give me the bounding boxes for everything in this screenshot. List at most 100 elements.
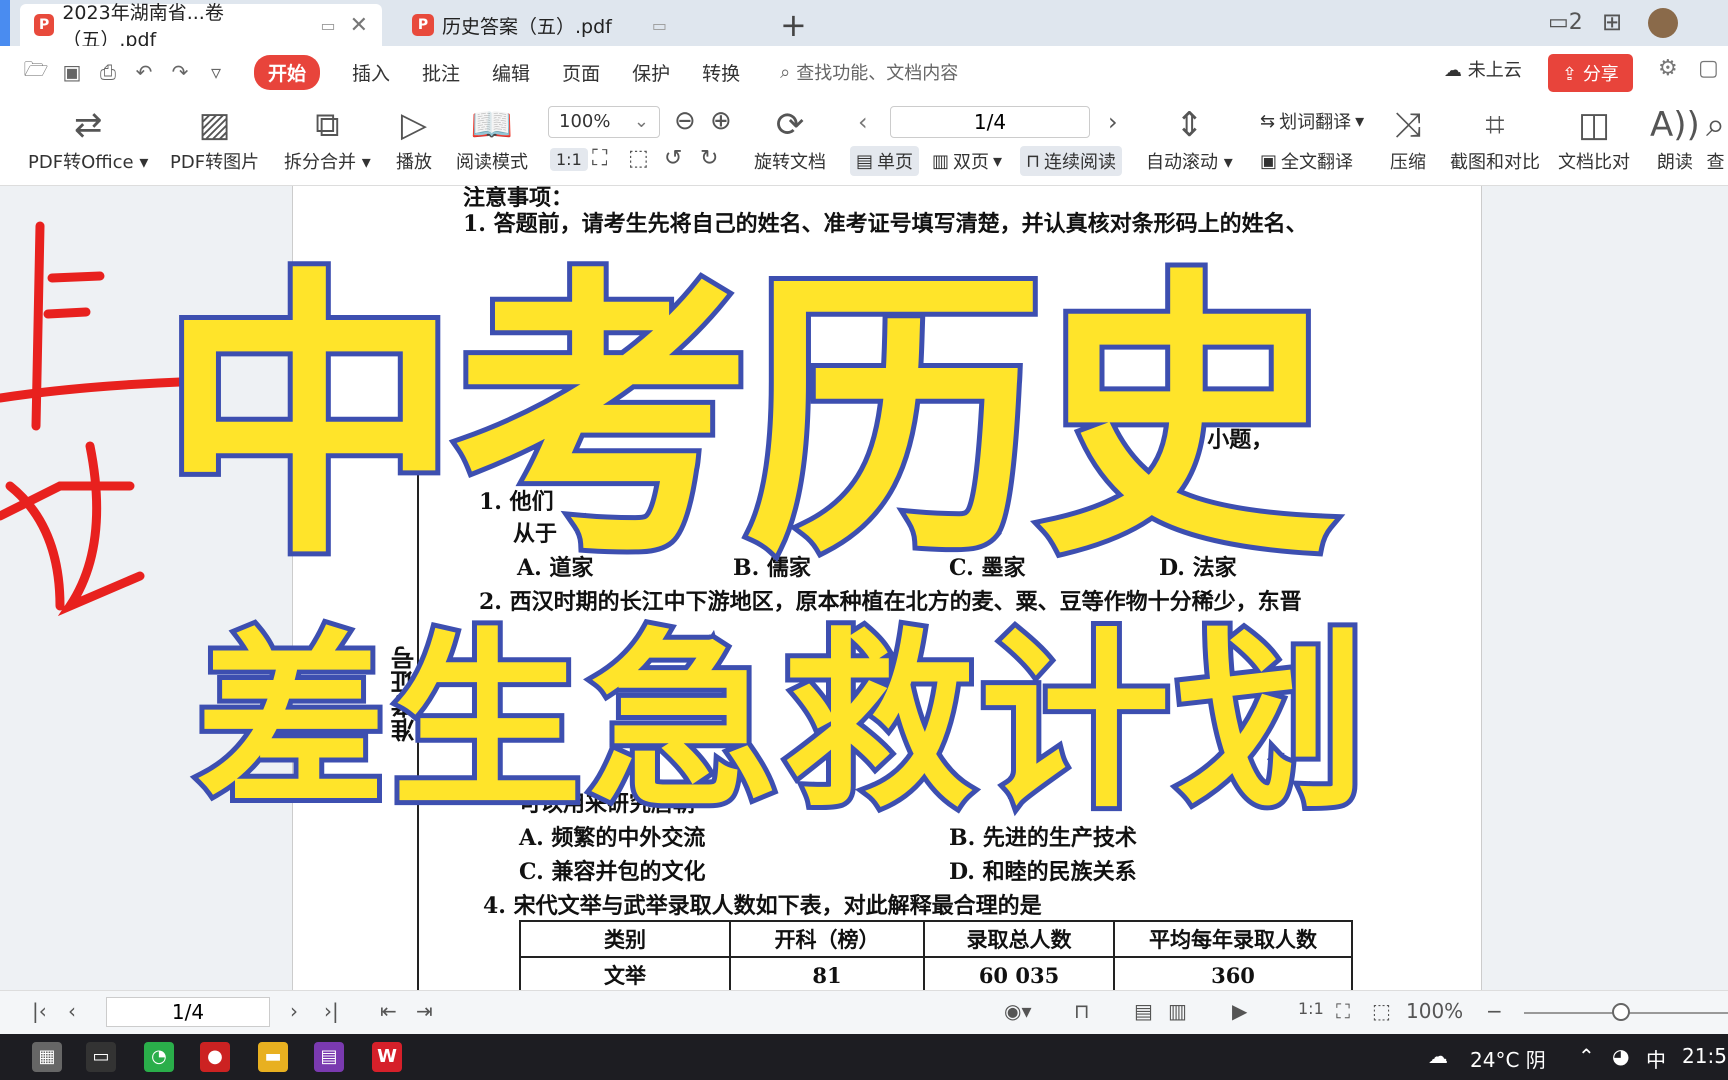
- qq-icon[interactable]: ◕: [1612, 1044, 1629, 1068]
- double-page-icon: ▥: [932, 150, 950, 172]
- doc-compare-button[interactable]: ◫ 文档比对: [1558, 102, 1630, 174]
- actual-size-icon[interactable]: 1:1: [1298, 999, 1324, 1018]
- compare-icon: ◫: [1577, 105, 1611, 145]
- close-icon[interactable]: ✕: [350, 13, 368, 38]
- continuous-label: 连续阅读: [1044, 152, 1117, 173]
- first-page-icon[interactable]: |‹: [32, 999, 47, 1023]
- last-page-icon[interactable]: ›|: [324, 999, 339, 1023]
- pdf-to-image-button[interactable]: ▨ PDF转图片: [170, 102, 259, 174]
- single-page-label: 单页: [877, 152, 914, 173]
- redo-icon[interactable]: ↷: [162, 60, 198, 84]
- menu-convert[interactable]: 转换: [702, 59, 740, 86]
- layout-icon[interactable]: ▭2: [1548, 10, 1583, 35]
- fit-page-icon[interactable]: ⛶: [1336, 999, 1350, 1023]
- tab-document-1[interactable]: P 2023年湖南省...卷（五）.pdf ▭ ✕: [20, 2, 382, 51]
- tab-document-2[interactable]: P 历史答案（五）.pdf ▭: [398, 4, 738, 46]
- zoom-out-icon[interactable]: ⊖: [674, 106, 696, 136]
- read-mode-button[interactable]: 📖 阅读模式: [456, 102, 528, 174]
- window-icon[interactable]: ▭: [652, 16, 667, 35]
- undo-icon[interactable]: ↶: [126, 60, 162, 84]
- gear-icon[interactable]: ⚙: [1658, 56, 1678, 81]
- compress-button[interactable]: ⤨ 压缩: [1390, 102, 1426, 174]
- speaker-icon: A)): [1650, 105, 1700, 145]
- double-page-button[interactable]: ▥ 双页 ▾: [932, 148, 1002, 174]
- rotate-icon: ⟳: [775, 105, 805, 145]
- rotate-left-icon[interactable]: ↺: [664, 146, 682, 171]
- prev-page-icon[interactable]: ‹: [68, 999, 76, 1023]
- back-icon[interactable]: ⇤: [380, 999, 397, 1023]
- clock[interactable]: 21:52: [1682, 1044, 1728, 1068]
- play-icon[interactable]: ▶: [1232, 999, 1247, 1023]
- next-page-icon[interactable]: ›: [1108, 108, 1118, 136]
- split-icon: ⧉: [315, 105, 340, 145]
- zoom-out-icon[interactable]: −: [1486, 999, 1503, 1023]
- auto-scroll-button[interactable]: ⇕ 自动滚动 ▾: [1146, 102, 1233, 174]
- single-page-icon[interactable]: ▤: [1134, 999, 1153, 1023]
- continuous-icon[interactable]: ⊓: [1074, 999, 1090, 1023]
- zoom-select[interactable]: 100% ⌄: [548, 106, 660, 138]
- menu-page[interactable]: 页面: [562, 59, 600, 86]
- fit-width-icon[interactable]: ⬚: [1372, 999, 1391, 1023]
- weather-text[interactable]: 24°C 阴: [1470, 1044, 1546, 1073]
- wechat-icon[interactable]: ◔: [144, 1042, 174, 1072]
- ime-indicator[interactable]: 中: [1646, 1044, 1666, 1073]
- next-page-icon[interactable]: ›: [290, 999, 298, 1023]
- avatar[interactable]: [1648, 8, 1678, 38]
- menu-home[interactable]: 开始: [254, 54, 321, 90]
- message-icon[interactable]: ▢: [1698, 56, 1719, 81]
- tab-label: 2023年湖南省...卷（五）.pdf: [62, 2, 224, 51]
- compress-icon: ⤨: [1394, 105, 1422, 145]
- taskbar-app-icon[interactable]: ▦: [32, 1042, 62, 1072]
- lookup-button[interactable]: ⌕ 查: [1706, 102, 1725, 174]
- table-cell: 60 035: [923, 956, 1115, 990]
- cloud-status[interactable]: ☁ 未上云: [1444, 56, 1522, 82]
- pdf-to-image-label: PDF转图片: [170, 152, 260, 173]
- wps-icon[interactable]: W: [372, 1042, 402, 1072]
- grid-icon[interactable]: ⊞: [1602, 8, 1622, 36]
- share-button[interactable]: ⇪ 分享: [1548, 54, 1633, 92]
- actual-size-icon[interactable]: 1:1: [550, 148, 588, 171]
- rotate-document-button[interactable]: ⟳ 旋转文档: [754, 102, 826, 174]
- open-folder-icon[interactable]: 🗁: [18, 55, 54, 89]
- eye-icon[interactable]: ◉▾: [1004, 999, 1032, 1023]
- window-icon[interactable]: ▭: [320, 16, 335, 35]
- windows-taskbar: ▦ ▭ ◔ ● ▬ ▤ W ☁ 24°C 阴 ⌃ ◕ 中 21:52: [0, 1034, 1728, 1080]
- zoom-slider-handle[interactable]: [1612, 1003, 1630, 1021]
- menu-insert[interactable]: 插入: [352, 59, 390, 86]
- menu-annotate[interactable]: 批注: [422, 59, 460, 86]
- pdf-to-office-button[interactable]: ⇄ PDF转Office ▾: [28, 102, 148, 174]
- status-page-input[interactable]: 1/4: [106, 997, 270, 1027]
- more-icon[interactable]: ▿: [198, 60, 234, 84]
- full-translate-button[interactable]: ▣ 全文翻译: [1260, 148, 1353, 174]
- table-header: 类别: [519, 920, 731, 958]
- single-page-button[interactable]: ▤ 单页: [850, 146, 920, 176]
- split-merge-button[interactable]: ⧉ 拆分合并 ▾: [284, 102, 371, 174]
- status-zoom[interactable]: 100%: [1406, 999, 1463, 1023]
- read-aloud-button[interactable]: A)) 朗读: [1650, 102, 1700, 174]
- table-row: 文举 81 60 035 360: [519, 956, 1353, 990]
- recorder-icon[interactable]: ●: [200, 1042, 230, 1072]
- terminal-icon[interactable]: ▭: [86, 1042, 116, 1072]
- zoom-in-icon[interactable]: ⊕: [710, 106, 732, 136]
- new-tab-button[interactable]: +: [780, 6, 807, 44]
- play-button[interactable]: ▷ 播放: [396, 102, 432, 174]
- fit-page-icon[interactable]: ⛶: [592, 146, 607, 171]
- archive-icon[interactable]: ▤: [314, 1042, 344, 1072]
- print-icon[interactable]: ⎙: [90, 60, 126, 84]
- folder-icon[interactable]: ▬: [258, 1042, 288, 1072]
- forward-icon[interactable]: ⇥: [416, 999, 433, 1023]
- word-translate-button[interactable]: ⇆ 划词翻译 ▾: [1260, 108, 1364, 134]
- menu-edit[interactable]: 编辑: [492, 59, 530, 86]
- fit-width-icon[interactable]: ⬚: [628, 146, 649, 171]
- menu-protect[interactable]: 保护: [632, 59, 670, 86]
- prev-page-icon[interactable]: ‹: [858, 108, 868, 136]
- search-input[interactable]: ⌕ 查找功能、文档内容: [780, 59, 958, 85]
- chevron-up-icon[interactable]: ⌃: [1578, 1044, 1595, 1068]
- screenshot-compare-button[interactable]: ⌗ 截图和对比: [1450, 102, 1540, 174]
- page-input[interactable]: 1/4: [890, 106, 1090, 138]
- rotate-right-icon[interactable]: ↻: [700, 146, 718, 171]
- save-icon[interactable]: ▣: [54, 60, 90, 84]
- double-page-icon[interactable]: ▥: [1168, 999, 1187, 1023]
- continuous-icon: ⊓: [1026, 150, 1041, 172]
- continuous-read-button[interactable]: ⊓ 连续阅读: [1020, 146, 1123, 176]
